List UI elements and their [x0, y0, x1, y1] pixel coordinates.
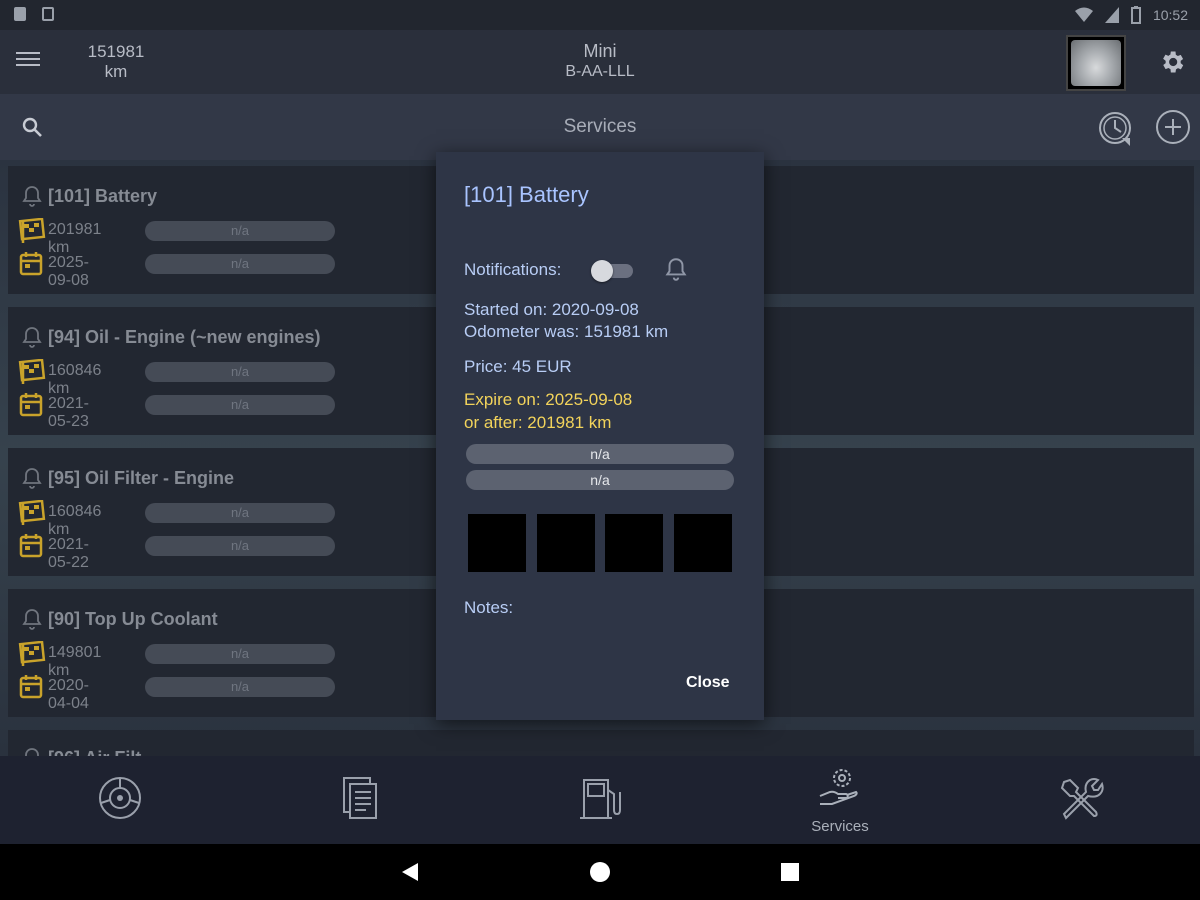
section-title: Services	[563, 116, 637, 137]
price: Price: 45 EUR	[464, 357, 572, 376]
fuel-icon	[580, 779, 621, 819]
bell-icon[interactable]	[20, 466, 44, 490]
bell-icon[interactable]	[20, 746, 44, 756]
bell-icon[interactable]	[20, 325, 44, 349]
photo-slot[interactable]	[674, 514, 732, 572]
km-progress-bar: n/a	[145, 221, 335, 241]
checkered-flag-icon	[18, 359, 46, 384]
calendar-icon	[19, 252, 43, 276]
service-title: [90] Top Up Coolant	[48, 609, 218, 629]
nav-documents[interactable]	[240, 756, 480, 844]
odometer-display: 151981 km	[70, 42, 162, 82]
expire-after-km: or after: 201981 km	[464, 413, 612, 432]
expire-on: Expire on: 2025-09-08	[464, 390, 633, 409]
checkered-flag-icon	[18, 641, 46, 666]
services-toolbar: Services	[0, 94, 1200, 160]
nav-fuel[interactable]	[480, 756, 720, 844]
services-icon	[819, 769, 858, 805]
date-progress-bar: n/a	[145, 677, 335, 697]
notifications-toggle[interactable]	[591, 260, 635, 282]
km-progress-bar: n/a	[466, 444, 734, 464]
menu-icon[interactable]	[16, 48, 40, 72]
documents-icon	[343, 777, 377, 819]
nav-dashboard[interactable]	[0, 756, 240, 844]
nav-tools[interactable]	[960, 756, 1200, 844]
notifications-label: Notifications:	[464, 260, 562, 279]
km-progress-bar: n/a	[145, 644, 335, 664]
service-date: 2025-09-08	[48, 254, 89, 289]
service-title: [95] Oil Filter - Engine	[48, 468, 235, 488]
search-icon[interactable]	[20, 115, 44, 139]
photo-slot[interactable]	[468, 514, 526, 572]
dialog-title: [101] Battery	[464, 182, 589, 207]
wifi-icon	[1074, 7, 1093, 22]
bell-icon[interactable]	[20, 184, 44, 208]
status-notifications	[14, 7, 54, 21]
service-km: 160846 km	[48, 503, 102, 538]
km-progress-bar: n/a	[145, 362, 335, 382]
service-title: [94] Oil - Engine (~new engines)	[48, 327, 321, 347]
signal-icon	[1104, 7, 1119, 23]
service-card[interactable]: [96] Air Filt	[8, 730, 1194, 756]
nav-services[interactable]: Services	[720, 756, 960, 844]
back-icon[interactable]	[398, 860, 422, 884]
service-km: 201981 km	[48, 221, 102, 256]
service-date: 2021-05-22	[48, 536, 89, 571]
reminder-clock-icon[interactable]	[1096, 108, 1136, 148]
service-km: 160846 km	[48, 362, 102, 397]
add-service-icon[interactable]	[1154, 108, 1192, 146]
status-system: 10:52	[1074, 6, 1188, 24]
service-title: [101] Battery	[48, 186, 158, 206]
checkered-flag-icon	[18, 218, 46, 243]
bottom-navigation: Services	[0, 756, 1200, 844]
dashboard-icon	[99, 777, 141, 819]
checkered-flag-icon	[18, 500, 46, 525]
service-date: 2020-04-04	[48, 677, 89, 712]
bell-icon	[665, 258, 687, 281]
car-name: Mini	[583, 41, 617, 61]
km-progress-bar: n/a	[145, 503, 335, 523]
date-progress-bar: n/a	[145, 395, 335, 415]
odometer-was: Odometer was: 151981 km	[464, 322, 669, 341]
service-detail-dialog: [101] Battery Notifications: Started on:…	[436, 152, 764, 720]
notification-icon	[14, 7, 26, 21]
odometer-unit: km	[104, 62, 128, 81]
service-title: [96] Air Filt	[48, 748, 141, 756]
status-bar: 10:52	[0, 0, 1200, 30]
notification-icon	[42, 7, 54, 21]
odometer-value: 151981	[87, 42, 145, 61]
calendar-icon	[19, 534, 43, 558]
date-progress-bar: n/a	[145, 536, 335, 556]
status-time: 10:52	[1152, 7, 1188, 23]
calendar-icon	[19, 393, 43, 417]
date-progress-bar: n/a	[145, 254, 335, 274]
service-km: 149801 km	[48, 644, 102, 679]
gear-icon[interactable]	[1158, 48, 1186, 76]
tools-icon	[1060, 778, 1104, 820]
notes-label: Notes:	[464, 598, 514, 617]
photo-slot[interactable]	[537, 514, 595, 572]
service-date: 2021-05-23	[48, 395, 89, 430]
bell-icon[interactable]	[20, 607, 44, 631]
system-navigation-bar	[0, 844, 1200, 900]
photo-slot[interactable]	[605, 514, 663, 572]
home-icon[interactable]	[588, 860, 612, 884]
date-progress-bar: n/a	[466, 470, 734, 490]
close-button[interactable]: Close	[686, 674, 730, 692]
started-on: Started on: 2020-09-08	[464, 300, 639, 319]
car-plate: B-AA-LLL	[565, 63, 635, 80]
battery-icon	[1130, 6, 1141, 24]
calendar-icon	[19, 675, 43, 699]
car-photo[interactable]	[1066, 35, 1126, 91]
recents-icon[interactable]	[778, 860, 802, 884]
app-bar: 151981 km Mini B-AA-LLL	[0, 30, 1200, 94]
nav-services-label: Services	[811, 818, 869, 835]
